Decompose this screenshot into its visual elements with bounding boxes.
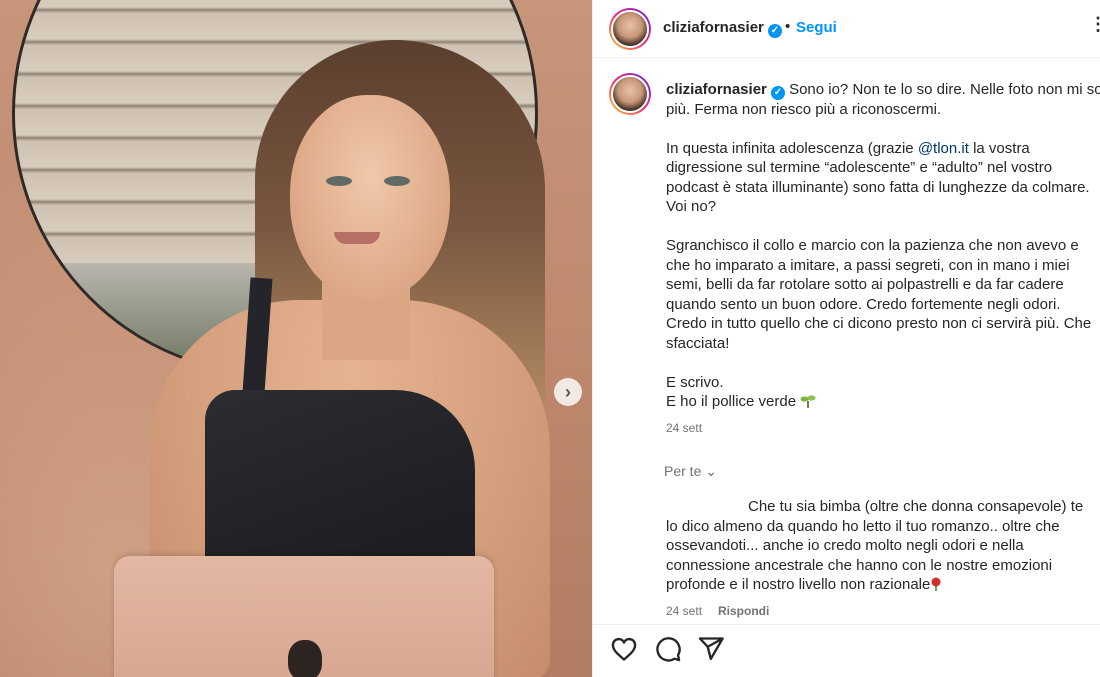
reply-button[interactable]: Rispondi: [718, 604, 769, 618]
avatar[interactable]: [609, 8, 651, 50]
verified-badge-icon: ✓: [770, 85, 785, 100]
mouth: [334, 232, 380, 244]
post-panel: cliziafornasier ✓ • Segui ⋮ cliziafornasi…: [592, 0, 1100, 677]
caption-avatar[interactable]: [609, 73, 651, 115]
post-caption: cliziafornasier ✓ Sono io? Non te lo so d…: [666, 80, 1100, 412]
post-username[interactable]: cliziafornasier ✓: [663, 19, 782, 38]
post-header: cliziafornasier ✓ • Segui ⋮: [593, 0, 1100, 58]
comment-text: Che tu sia bimba (oltre che donna consap…: [666, 498, 1084, 593]
mention-link[interactable]: @tlon.it: [918, 140, 969, 157]
more-icon[interactable]: ⋮: [1089, 14, 1100, 35]
seedling-emoji-icon: [800, 395, 816, 409]
follow-button[interactable]: Segui: [796, 19, 837, 36]
verified-badge-icon: ✓: [767, 23, 782, 38]
separator-dot: •: [785, 18, 791, 35]
carousel-next-button[interactable]: ›: [554, 378, 582, 406]
post-photo: ›: [0, 0, 592, 677]
apple-logo-icon: [288, 640, 322, 677]
left-eye: [326, 176, 352, 186]
face: [290, 95, 450, 300]
chevron-right-icon: ›: [565, 381, 571, 402]
comment-timestamp[interactable]: 24 sett: [666, 604, 702, 618]
comment-icon[interactable]: [654, 635, 682, 663]
chevron-down-icon: ⌄: [705, 463, 717, 479]
heart-icon[interactable]: [610, 635, 638, 663]
action-bar: [593, 624, 1100, 677]
rose-emoji-icon: [931, 577, 941, 591]
caption-username[interactable]: cliziafornasier ✓: [666, 81, 785, 100]
right-eye: [384, 176, 410, 186]
caption-timestamp[interactable]: 24 sett: [666, 421, 702, 435]
comments-filter-dropdown[interactable]: Per te ⌄: [664, 463, 717, 480]
caption-text-2: la vostra digressione sul termine “adole…: [666, 139, 1092, 411]
share-icon[interactable]: [697, 635, 725, 663]
